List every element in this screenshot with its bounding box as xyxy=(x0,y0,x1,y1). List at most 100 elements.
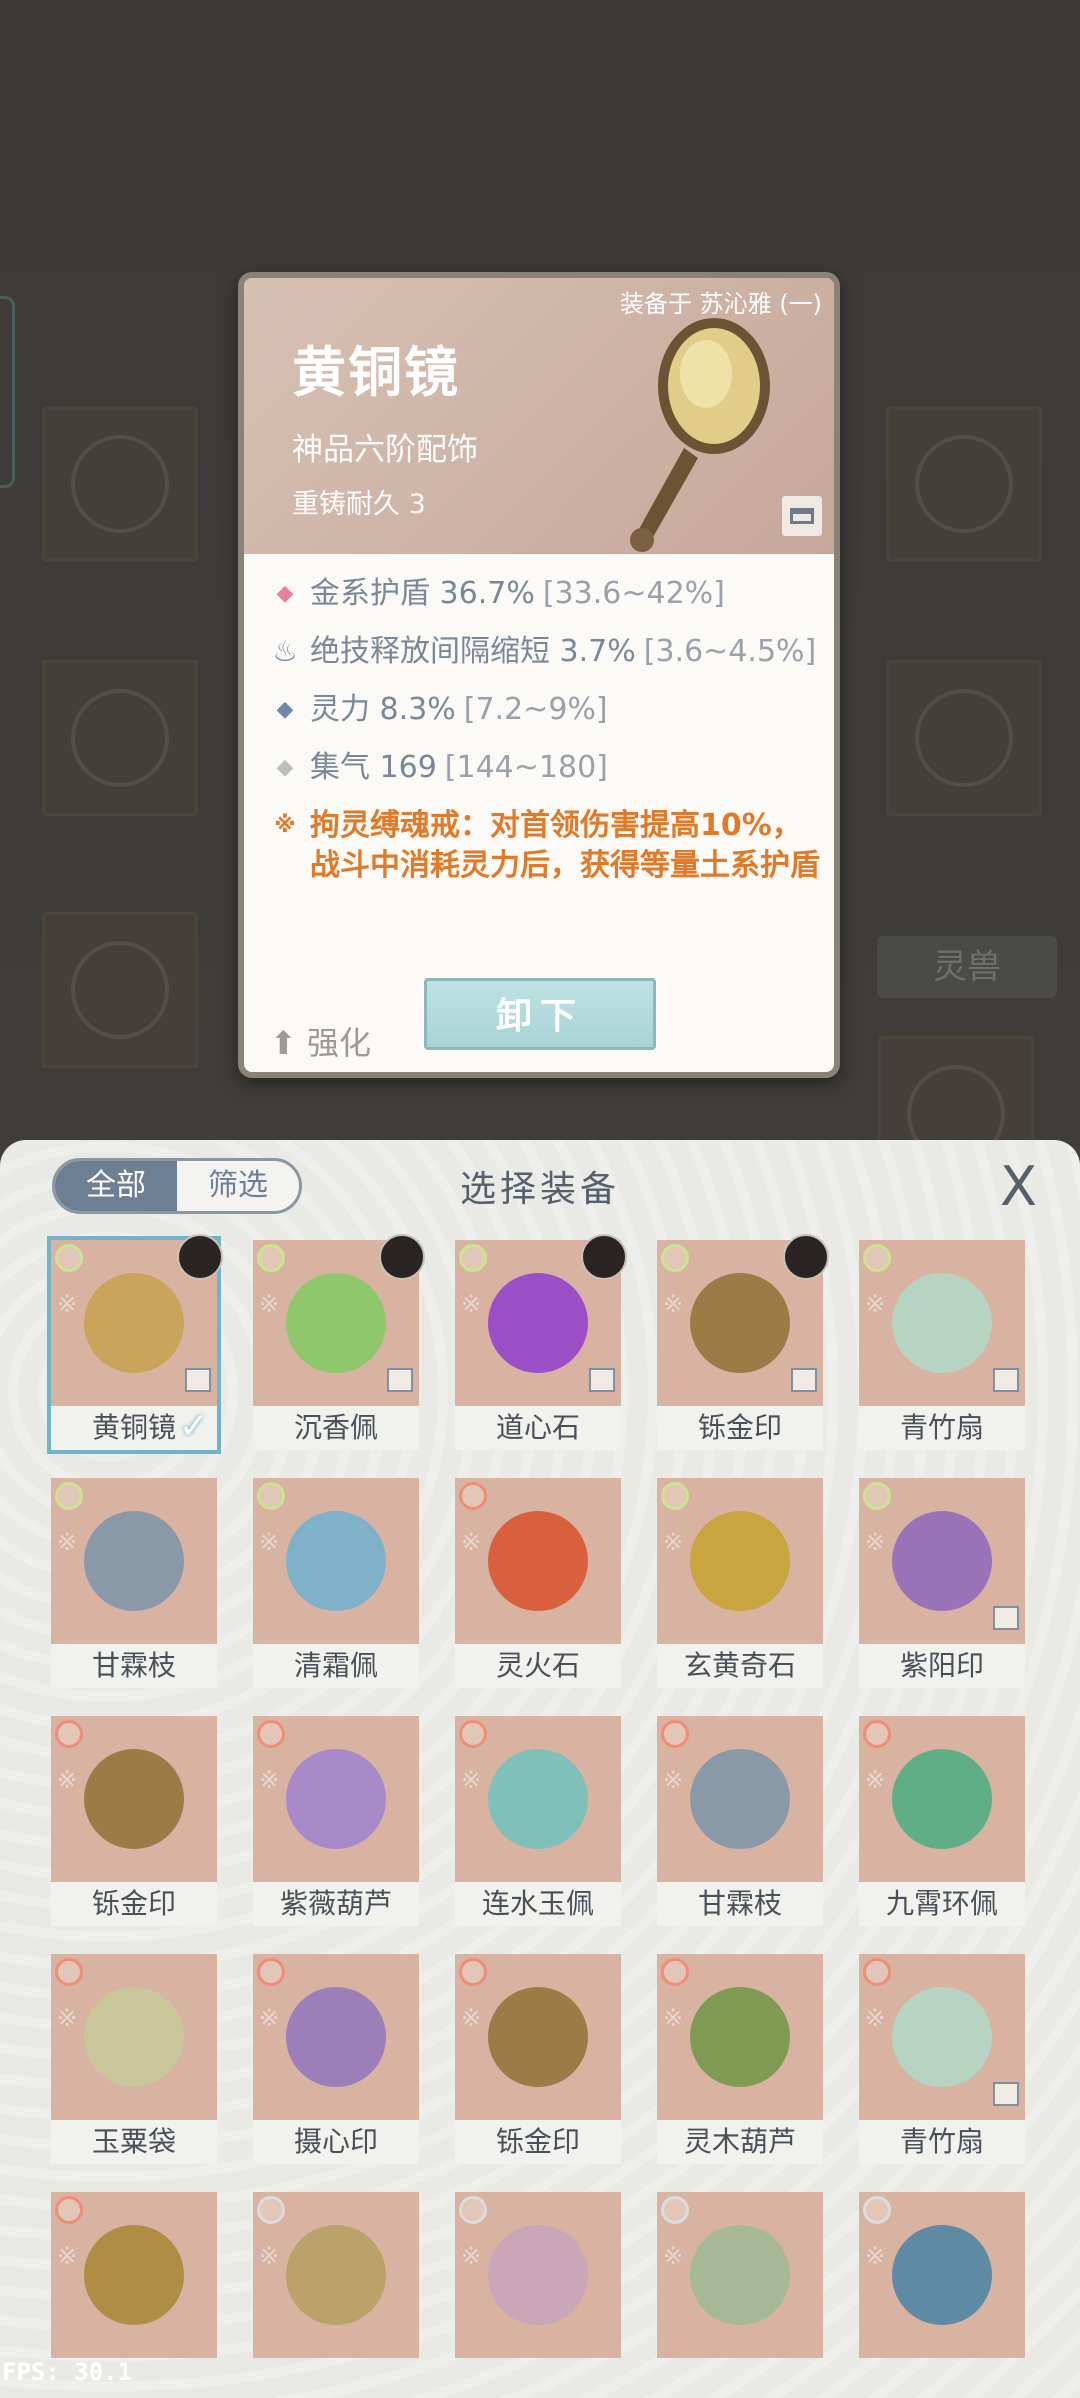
special-effect-icon: ※ xyxy=(274,813,296,838)
set-mark-icon: ※ xyxy=(461,2242,482,2270)
equipment-cell[interactable]: ※ xyxy=(859,2192,1025,2398)
equipment-item-icon xyxy=(286,1511,386,1611)
set-mark-icon: ※ xyxy=(663,1766,684,1794)
set-mark-icon: ※ xyxy=(259,2004,280,2032)
element-icon xyxy=(661,1958,689,1986)
equipment-name: 紫薇葫芦 xyxy=(253,1882,419,1926)
equipment-image: ※ xyxy=(51,1954,217,2120)
owner-avatar xyxy=(783,1234,829,1280)
equipment-cell[interactable]: ※ 铄金印 xyxy=(455,1954,621,2164)
set-mark-icon: ※ xyxy=(663,2004,684,2032)
element-icon xyxy=(55,1244,83,1272)
element-icon xyxy=(55,1720,83,1748)
equipment-image: ※ xyxy=(859,1240,1025,1406)
enhance-label: 强化 xyxy=(306,1024,371,1062)
equipment-item-icon xyxy=(690,1511,790,1611)
equipment-cell[interactable]: ※ 紫阳印 xyxy=(859,1478,1025,1688)
equipment-name: 青竹扇 xyxy=(859,1406,1025,1450)
element-icon xyxy=(55,1958,83,1986)
equipment-cell[interactable]: ※ 连水玉佩 xyxy=(455,1716,621,1926)
set-mark-icon: ※ xyxy=(461,1528,482,1556)
set-mark-icon: ※ xyxy=(865,1766,886,1794)
equipment-cell[interactable]: ※ 甘霖枝 xyxy=(51,1478,217,1688)
arrow-up-icon: ⬆ xyxy=(270,1024,297,1062)
selected-check-icon: ✓ xyxy=(178,1406,209,1447)
storage-chest-icon xyxy=(791,1368,817,1392)
equipment-name: 清霜佩 xyxy=(253,1644,419,1688)
equipment-image: ※ xyxy=(455,1716,621,1882)
equipment-cell[interactable]: ※ 九霄环佩 xyxy=(859,1716,1025,1926)
set-mark-icon: ※ xyxy=(57,1528,78,1556)
equipment-cell[interactable]: ※ xyxy=(657,2192,823,2398)
equipment-cell[interactable]: ※ 玉粟袋 xyxy=(51,1954,217,2164)
stat-row: ◆ 金系护盾 36.7% [33.6~42%] xyxy=(270,574,830,614)
equipment-name: 连水玉佩 xyxy=(455,1882,621,1926)
side-tab-edge xyxy=(0,296,15,488)
equipment-cell[interactable]: ※ 沉香佩 xyxy=(253,1234,425,1450)
stat-row: ◆ 集气 169 [144~180] xyxy=(270,748,830,788)
storage-chest-icon xyxy=(387,1368,413,1392)
stat-range: [7.2~9%] xyxy=(463,692,608,727)
unequip-button[interactable]: 卸下 xyxy=(424,978,656,1050)
equipment-image: ※ xyxy=(859,1716,1025,1882)
equipment-item-icon xyxy=(488,1511,588,1611)
equipment-name: 青竹扇 xyxy=(859,2120,1025,2164)
equipment-name: 铄金印 xyxy=(51,1882,217,1926)
equipment-cell[interactable]: ※ xyxy=(253,2192,419,2398)
bg-equip-slot xyxy=(42,660,198,816)
equipment-cell[interactable]: ※ 铄金印 xyxy=(657,1234,829,1450)
element-icon xyxy=(257,1720,285,1748)
close-icon[interactable]: X xyxy=(1000,1160,1037,1214)
equipment-item-icon xyxy=(892,1749,992,1849)
equipment-cell[interactable]: ※ 青竹扇 xyxy=(859,1954,1025,2164)
item-name: 黄铜镜 xyxy=(292,340,460,404)
set-mark-icon: ※ xyxy=(57,1766,78,1794)
set-mark-icon: ※ xyxy=(865,2004,886,2032)
diamond-grey-icon: ◆ xyxy=(276,755,294,780)
equipment-cell[interactable]: ※ 灵木葫芦 xyxy=(657,1954,823,2164)
equipment-item-icon xyxy=(690,1273,790,1373)
equipment-cell[interactable]: ※ 青竹扇 xyxy=(859,1240,1025,1450)
owner-avatar xyxy=(379,1234,425,1280)
equipment-cell[interactable]: ※ 铄金印 xyxy=(51,1716,217,1926)
element-icon xyxy=(459,2196,487,2224)
equipment-item-icon xyxy=(286,2225,386,2325)
equipment-item-icon xyxy=(488,1749,588,1849)
set-mark-icon: ※ xyxy=(865,1290,886,1318)
bg-equip-slot xyxy=(42,912,198,1068)
equipment-image: ※ xyxy=(455,2192,621,2358)
equipment-item-icon xyxy=(84,1273,184,1373)
stat-text: 金系护盾 36.7% xyxy=(310,576,535,611)
equipment-cell[interactable]: ※ 紫薇葫芦 xyxy=(253,1716,419,1926)
equipment-name: 道心石 xyxy=(455,1406,621,1450)
equipment-item-icon xyxy=(286,1273,386,1373)
equipment-cell[interactable]: ※ 摄心印 xyxy=(253,1954,419,2164)
storage-chest-button[interactable] xyxy=(782,496,822,536)
equipment-cell[interactable]: ※ 甘霖枝 xyxy=(657,1716,823,1926)
equipment-image: ※ xyxy=(859,2192,1025,2358)
set-mark-icon: ※ xyxy=(663,1528,684,1556)
element-icon xyxy=(55,1482,83,1510)
equipment-cell[interactable]: ※ 道心石 xyxy=(455,1234,627,1450)
equipment-cell[interactable]: ※ xyxy=(455,2192,621,2398)
equipment-cell[interactable]: ※ 黄铜镜 ✓ xyxy=(47,1234,223,1454)
bg-equip-slot xyxy=(42,406,198,562)
stat-range: [33.6~42%] xyxy=(542,576,725,611)
bg-equip-slot xyxy=(886,660,1042,816)
equipment-image: ※ xyxy=(657,2192,823,2358)
storage-chest-icon xyxy=(993,1606,1019,1630)
stat-text: 绝技释放间隔缩短 3.7% xyxy=(310,634,636,669)
element-icon xyxy=(459,1244,487,1272)
equipment-cell[interactable]: ※ 玄黄奇石 xyxy=(657,1478,823,1688)
equipment-image: ※ xyxy=(51,1234,223,1406)
equipment-name: 沉香佩 xyxy=(253,1406,419,1450)
equipment-image: ※ xyxy=(253,1716,419,1882)
equipment-cell[interactable]: ※ 清霜佩 xyxy=(253,1478,419,1688)
set-mark-icon: ※ xyxy=(461,1766,482,1794)
equipment-image: ※ xyxy=(253,2192,419,2358)
diamond-blue-icon: ◆ xyxy=(276,697,294,722)
stat-text: 灵力 8.3% xyxy=(310,692,456,727)
enhance-button[interactable]: ⬆ 强化 xyxy=(270,1018,371,1064)
equipment-cell[interactable]: ※ 灵火石 xyxy=(455,1478,621,1688)
equipment-item-icon xyxy=(892,2225,992,2325)
